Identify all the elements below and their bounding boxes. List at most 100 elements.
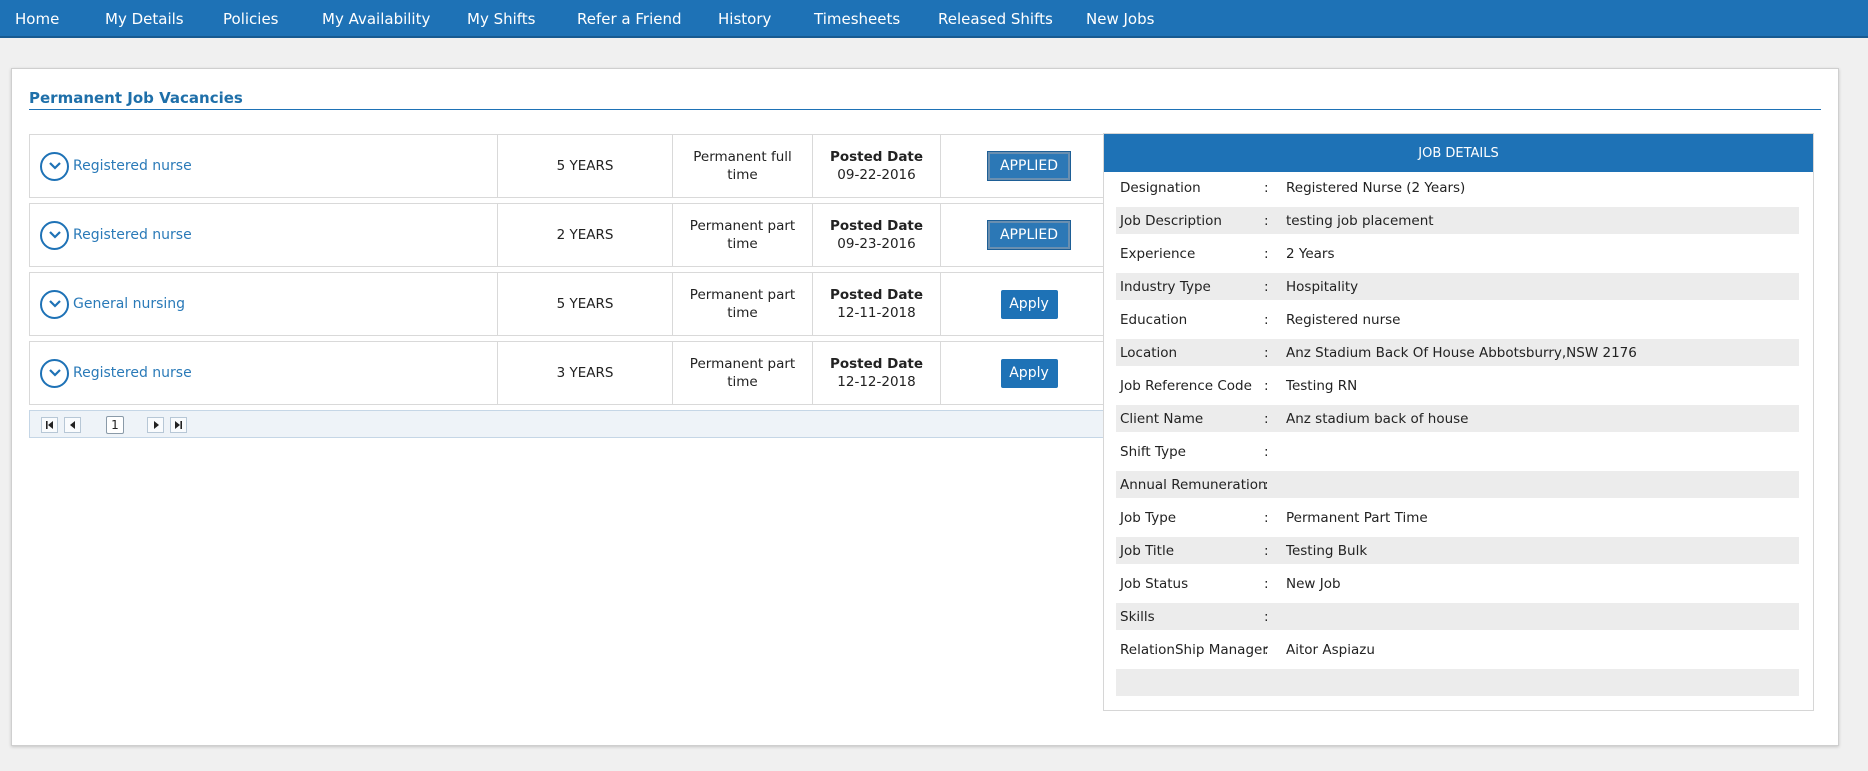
detail-row-client-name: Client Name : Anz stadium back of house [1116,405,1799,432]
nav-my-availability[interactable]: My Availability [322,0,430,38]
job-title-link[interactable]: Registered nurse [73,157,192,175]
nav-my-shifts[interactable]: My Shifts [467,0,536,38]
posted-date-value: 09-23-2016 [837,236,916,252]
detail-row-location: Location : Anz Stadium Back Of House Abb… [1116,339,1799,366]
detail-value: New Job [1286,575,1341,592]
detail-row-job-reference-code: Job Reference Code : Testing RN [1116,372,1799,399]
detail-label: Job Status [1120,575,1189,592]
detail-separator: : [1264,476,1269,493]
detail-value: Anz Stadium Back Of House Abbotsburry,NS… [1286,344,1637,361]
job-row: General nursing 5 YEARS Permanent part t… [29,272,1116,336]
detail-separator: : [1264,542,1269,559]
panel-title: Permanent Job Vacancies [29,89,243,107]
title-divider [29,109,1821,110]
detail-label: Client Name [1120,410,1204,427]
detail-separator: : [1264,410,1269,427]
job-experience: 3 YEARS [497,342,672,404]
detail-label: Job Description [1120,212,1222,229]
apply-button[interactable]: Apply [1000,358,1058,388]
detail-row-relationship-manager: RelationShip Manager : Aitor Aspiazu [1116,636,1799,663]
detail-value: Permanent Part Time [1286,509,1428,526]
job-row: Registered nurse 3 YEARS Permanent part … [29,341,1116,405]
nav-policies[interactable]: Policies [223,0,278,38]
nav-timesheets[interactable]: Timesheets [814,0,900,38]
next-page-icon[interactable] [147,417,164,433]
nav-home[interactable]: Home [15,0,59,38]
applied-button[interactable]: APPLIED [987,151,1071,181]
nav-new-jobs[interactable]: New Jobs [1086,0,1154,38]
detail-separator: : [1264,608,1269,625]
detail-value: Anz stadium back of house [1286,410,1469,427]
job-type: Permanent full time [672,135,812,197]
detail-row-job-type: Job Type : Permanent Part Time [1116,504,1799,531]
detail-row-job-status: Job Status : New Job [1116,570,1799,597]
detail-row-empty [1116,669,1799,696]
detail-separator: : [1264,344,1269,361]
detail-separator: : [1264,575,1269,592]
job-experience: 2 YEARS [497,204,672,266]
detail-label: Job Type [1120,509,1177,526]
detail-row-shift-type: Shift Type : [1116,438,1799,465]
apply-button[interactable]: Apply [1000,289,1058,319]
detail-row-education: Education : Registered nurse [1116,306,1799,333]
job-title-link[interactable]: General nursing [73,295,185,313]
detail-value: 2 Years [1286,245,1335,262]
posted-date-value: 12-12-2018 [837,374,916,390]
detail-separator: : [1264,509,1269,526]
posted-date-label: Posted Date [829,149,924,165]
posted-date-label: Posted Date [829,287,924,303]
chevron-down-icon[interactable] [40,358,69,388]
detail-separator: : [1264,278,1269,295]
last-page-icon[interactable] [170,417,187,433]
nav-refer-a-friend[interactable]: Refer a Friend [577,0,682,38]
detail-label: RelationShip Manager [1120,641,1268,658]
chevron-down-icon[interactable] [40,220,69,250]
detail-label: Designation [1120,179,1201,196]
detail-label: Industry Type [1120,278,1211,295]
prev-page-icon[interactable] [64,417,81,433]
posted-date-cell: Posted Date 12-12-2018 [812,342,940,404]
detail-label: Annual Remuneration [1120,476,1267,493]
detail-separator: : [1264,179,1269,196]
posted-date-label: Posted Date [829,218,924,234]
chevron-down-icon[interactable] [40,151,69,181]
detail-row-designation: Designation : Registered Nurse (2 Years) [1116,174,1799,201]
detail-label: Experience [1120,245,1196,262]
detail-separator: : [1264,443,1269,460]
job-row: Registered nurse 5 YEARS Permanent full … [29,134,1116,198]
detail-label: Location [1120,344,1178,361]
posted-date-value: 09-22-2016 [837,167,916,183]
detail-separator: : [1264,641,1269,658]
detail-separator: : [1264,311,1269,328]
detail-separator: : [1264,212,1269,229]
applied-button[interactable]: APPLIED [987,220,1071,250]
detail-value: Testing RN [1286,377,1358,394]
job-details-header: JOB DETAILS [1104,134,1813,172]
posted-date-value: 12-11-2018 [837,305,916,321]
job-row: Registered nurse 2 YEARS Permanent part … [29,203,1116,267]
nav-my-details[interactable]: My Details [105,0,184,38]
detail-row-job-title: Job Title : Testing Bulk [1116,537,1799,564]
job-experience: 5 YEARS [497,135,672,197]
posted-date-cell: Posted Date 09-22-2016 [812,135,940,197]
nav-history[interactable]: History [718,0,771,38]
detail-row-skills: Skills : [1116,603,1799,630]
detail-value: testing job placement [1286,212,1434,229]
job-title-link[interactable]: Registered nurse [73,364,192,382]
detail-label: Skills [1120,608,1155,625]
current-page-number[interactable]: 1 [106,416,124,434]
chevron-down-icon[interactable] [40,289,69,319]
posted-date-cell: Posted Date 12-11-2018 [812,273,940,335]
job-title-link[interactable]: Registered nurse [73,226,192,244]
posted-date-label: Posted Date [829,356,924,372]
detail-label: Shift Type [1120,443,1186,460]
detail-row-annual-remuneration: Annual Remuneration : [1116,471,1799,498]
top-navigation: Home My Details Policies My Availability… [0,0,1868,38]
nav-released-shifts[interactable]: Released Shifts [938,0,1053,38]
detail-row-job-description: Job Description : testing job placement [1116,207,1799,234]
job-type: Permanent part time [672,342,812,404]
first-page-icon[interactable] [41,417,58,433]
detail-value: Aitor Aspiazu [1286,641,1375,658]
job-details-panel: JOB DETAILS Designation : Registered Nur… [1103,133,1814,711]
job-experience: 5 YEARS [497,273,672,335]
